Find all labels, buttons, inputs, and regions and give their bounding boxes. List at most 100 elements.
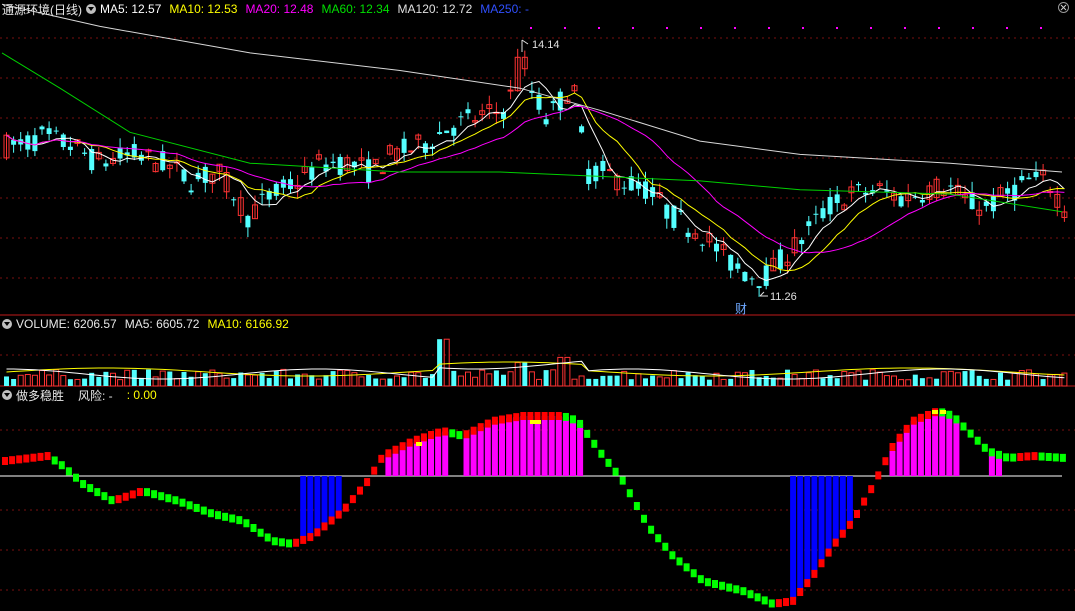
candle-down	[273, 183, 279, 196]
volume-bar-down	[401, 377, 407, 386]
volume-bar-up	[110, 372, 116, 387]
indicator-marker	[1059, 453, 1066, 462]
candle-down	[330, 161, 336, 164]
indicator-bar-up	[470, 430, 477, 476]
indicator-peak-marker	[932, 410, 938, 414]
candle-down	[259, 193, 265, 195]
volume-bar-down	[600, 375, 606, 386]
indicator-marker	[129, 490, 136, 499]
indicator-marker	[974, 436, 981, 445]
volume-bar-down	[685, 372, 691, 386]
indicator-marker	[562, 412, 569, 421]
volume-bar-up	[252, 374, 258, 387]
indicator-bar-down	[300, 476, 307, 540]
candle-down	[813, 213, 819, 215]
volume-bar-up	[883, 375, 890, 387]
indicator-marker	[832, 538, 839, 547]
chart-canvas[interactable]	[0, 0, 1075, 611]
volume-bar-up	[528, 371, 535, 387]
volume-bar-up	[379, 378, 386, 387]
indicator-marker	[463, 430, 470, 439]
settings-dropdown-icon[interactable]	[86, 4, 97, 14]
financial-report-marker[interactable]: 财	[735, 300, 747, 317]
indicator-bar-up	[435, 432, 442, 476]
indicator-bar-down	[314, 476, 321, 533]
candle-down	[827, 196, 833, 215]
indicator-marker	[257, 528, 264, 537]
indicator-marker	[854, 510, 860, 518]
candle-down	[948, 185, 954, 187]
ma-label-2: MA20: 12.48	[245, 2, 314, 16]
volume-bar-up	[891, 375, 897, 387]
indicator-marker	[790, 596, 797, 605]
indicator-marker	[520, 412, 527, 420]
volume-bar-down	[998, 372, 1003, 386]
volume-bar-up	[990, 378, 997, 387]
indicator-marker	[179, 498, 186, 507]
close-icon[interactable]	[1058, 2, 1069, 13]
volume-bar-up	[564, 356, 571, 387]
volume-bar-up	[479, 369, 486, 387]
indicator-peak-marker	[535, 420, 541, 424]
indicator-marker	[534, 412, 541, 420]
volume-bar-down	[82, 378, 88, 386]
volume-bar-down	[288, 378, 293, 386]
indicator-marker	[804, 579, 811, 588]
indicator-marker	[236, 516, 243, 525]
candle-down	[728, 254, 734, 271]
indicator-bar-up	[946, 414, 953, 476]
indicator-dropdown-icon[interactable]	[2, 390, 12, 400]
volume-label-0: VOLUME: 6206.57	[16, 317, 117, 331]
volume-bar-up	[337, 369, 344, 387]
indicator-marker	[747, 590, 754, 599]
indicator-bar-down	[825, 476, 832, 553]
high-price-label: 14.14	[532, 39, 560, 51]
indicator-marker	[612, 467, 619, 476]
volume-bar-up	[557, 356, 564, 387]
signal-dot	[768, 27, 770, 29]
candle-down	[437, 132, 443, 134]
volume-bar-up	[1011, 372, 1018, 387]
indicator-marker	[1003, 453, 1010, 462]
indicator-marker	[910, 416, 917, 425]
indicator-marker	[477, 423, 484, 432]
candle-down	[593, 165, 599, 182]
volume-dropdown-icon[interactable]	[2, 319, 12, 329]
volume-bar-up	[869, 369, 876, 387]
indicator-marker	[988, 448, 995, 457]
indicator-bar-up	[428, 435, 434, 476]
risk-label: 风险: -	[78, 388, 113, 403]
indicator-marker	[591, 439, 598, 448]
volume-legend: VOLUME: 6206.57 MA5: 6605.72 MA10: 6166.92	[16, 317, 297, 331]
volume-bar-up	[741, 372, 748, 387]
indicator-marker	[136, 488, 143, 497]
indicator-marker	[1038, 452, 1045, 461]
candle-down	[990, 196, 996, 212]
indicator-marker	[917, 413, 924, 422]
signal-dot	[938, 27, 940, 29]
indicator-marker	[158, 492, 165, 501]
indicator-marker	[442, 427, 449, 436]
ma60-line	[1, 52, 1063, 213]
volume-bar-down	[820, 378, 826, 386]
volume-bar-up	[898, 379, 905, 387]
signal-dot	[564, 27, 566, 29]
volume-bar-up	[472, 376, 479, 387]
indicator-marker	[1017, 453, 1024, 462]
stock-chart-window[interactable]: 通源环境 (日线) MA5: 12.57 MA10: 12.53 MA20: 12.…	[0, 0, 1075, 611]
indicator-bar-up	[463, 434, 470, 476]
volume-bar-down	[934, 378, 940, 386]
candle-down	[53, 130, 59, 132]
indicator-bar-down	[832, 476, 839, 543]
indicator-bar-up	[917, 417, 924, 476]
candle-down	[898, 196, 904, 207]
candle-down	[82, 152, 88, 154]
indicator-marker	[584, 429, 591, 438]
indicator-marker	[342, 503, 349, 512]
indicator-bar-up	[889, 447, 896, 476]
signal-dot	[530, 27, 532, 29]
indicator-marker	[768, 599, 775, 608]
indicator-bar-up	[484, 423, 491, 476]
indicator-marker	[399, 442, 406, 451]
indicator-marker	[818, 559, 825, 568]
